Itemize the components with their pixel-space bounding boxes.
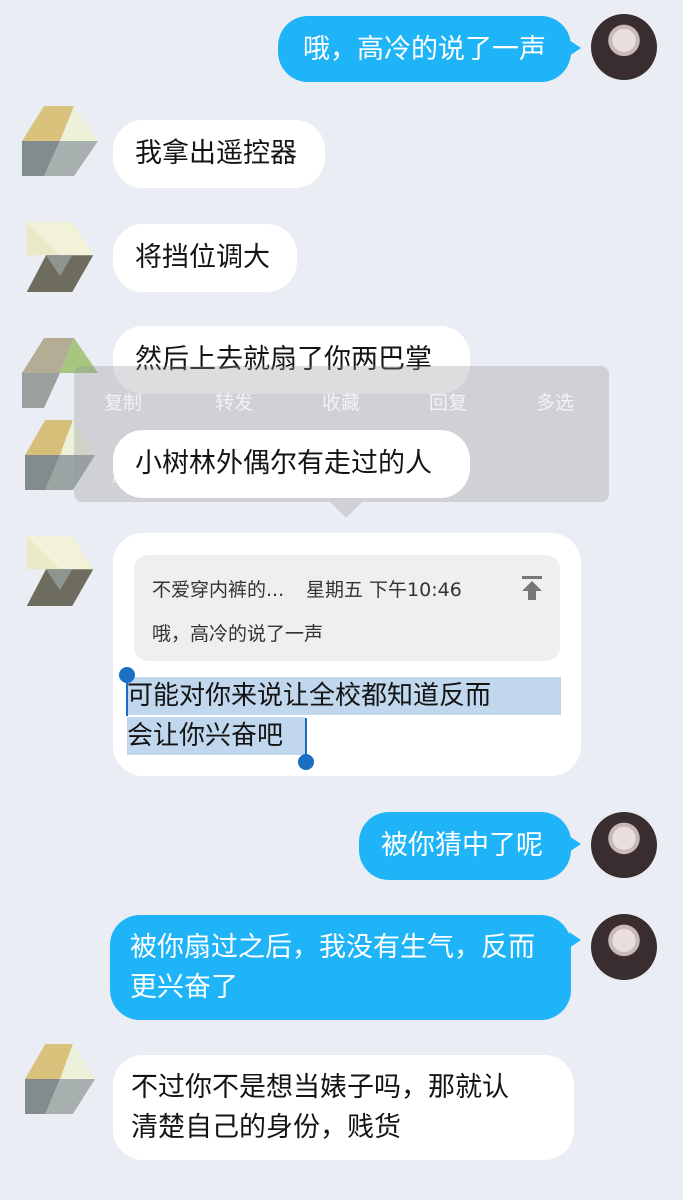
message-bubble-out[interactable]: 被你扇过之后，我没有生气，反而 更兴奋了 (110, 915, 571, 1020)
quote-sender: 不爱穿内裤的... (152, 579, 285, 601)
arrow-to-top-icon[interactable] (520, 575, 544, 601)
selection-end-line (305, 718, 307, 758)
selection-end-handle[interactable] (298, 754, 314, 770)
menu-item-copy[interactable]: 复制 (104, 388, 142, 415)
selected-text-line1[interactable]: 可能对你来说让全校都知道反而 (127, 677, 561, 715)
user-avatar[interactable] (591, 812, 657, 878)
menu-item-multiselect[interactable]: 多选 (536, 388, 574, 415)
bubble-tail (569, 40, 581, 56)
contact-avatar[interactable] (22, 1044, 98, 1114)
contact-avatar[interactable] (22, 222, 98, 292)
contact-avatar[interactable] (22, 106, 98, 176)
bubble-tail (569, 836, 581, 852)
user-avatar[interactable] (591, 914, 657, 980)
selected-text-line2[interactable]: 会让你兴奋吧 (127, 717, 305, 755)
message-bubble-in[interactable]: 我拿出遥控器 (113, 120, 325, 188)
message-bubble-in[interactable]: 将挡位调大 (113, 224, 297, 292)
quote-text: 哦，高冷的说了一声 (152, 623, 324, 645)
menu-item-forward[interactable]: 转发 (215, 388, 253, 415)
menu-item-reply[interactable]: 回复 (429, 388, 467, 415)
user-avatar[interactable] (591, 14, 657, 80)
message-bubble-out[interactable]: 被你猜中了呢 (359, 812, 571, 880)
message-bubble-in[interactable]: 小树林外偶尔有走过的人 (113, 430, 470, 498)
menu-item-favorite[interactable]: 收藏 (322, 388, 360, 415)
quote-time: 星期五 下午10:46 (306, 579, 462, 601)
selection-start-line (126, 676, 128, 716)
contact-avatar[interactable] (22, 536, 98, 606)
message-bubble-out[interactable]: 哦，高冷的说了一声 (278, 16, 571, 82)
quoted-message[interactable]: 不爱穿内裤的... 星期五 下午10:46 哦，高冷的说了一声 (134, 555, 560, 661)
menu-pointer (330, 502, 362, 518)
message-bubble-in[interactable]: 不过你不是想当婊子吗，那就认 清楚自己的身份，贱货 (113, 1055, 574, 1160)
bubble-tail (569, 932, 581, 948)
